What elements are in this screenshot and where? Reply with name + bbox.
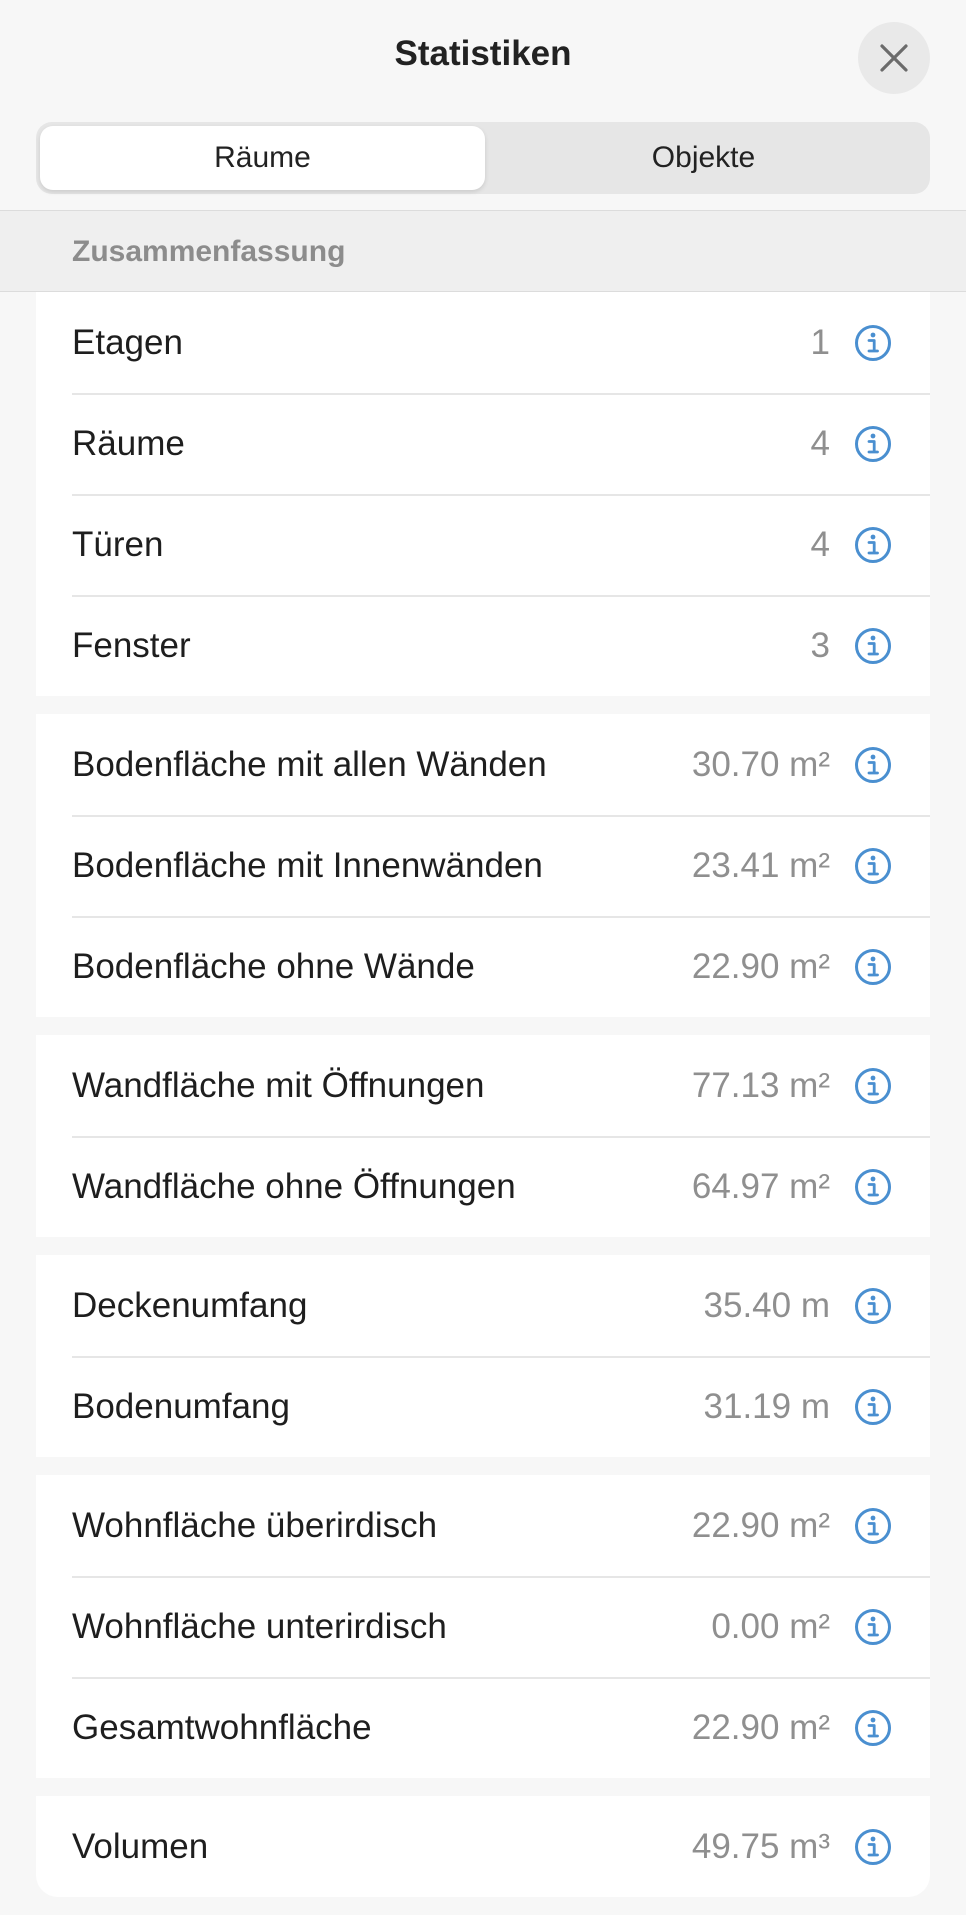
stat-value: 77.13 m² [691,1066,830,1105]
info-icon[interactable] [854,1608,892,1646]
info-icon[interactable] [854,948,892,986]
stat-label: Bodenfläche mit Innenwänden [72,846,543,885]
stat-row: Bodenfläche mit allen Wänden 30.70 m² [36,714,930,815]
stat-label: Bodenfläche mit allen Wänden [72,745,547,784]
info-icon[interactable] [854,1507,892,1545]
stat-value: 4 [810,525,830,564]
stats-group: Wohnfläche überirdisch 22.90 m² Wohnfläche… [36,1475,930,1778]
section-header: Zusammenfassung [0,210,966,292]
stat-row: Fenster 3 [36,595,930,696]
stat-value: 3 [810,626,830,665]
info-icon[interactable] [854,1168,892,1206]
close-icon [880,44,908,72]
tab-raeume[interactable]: Räume [40,126,485,190]
stat-row: Etagen 1 [36,292,930,393]
info-icon[interactable] [854,425,892,463]
header: Statistiken [0,0,966,118]
stat-row: Deckenumfang 35.40 m [36,1255,930,1356]
info-icon[interactable] [854,1709,892,1747]
info-icon[interactable] [854,627,892,665]
stat-row: Wohnfläche unterirdisch 0.00 m² [36,1576,930,1677]
stat-row: Türen 4 [36,494,930,595]
stat-value: 31.19 m [703,1387,830,1426]
stat-value: 35.40 m [703,1286,830,1325]
stat-value: 0.00 m² [711,1607,830,1646]
stats-list: Etagen 1 Räume 4 Türen 4 Fenster 3 Bodenfläche m… [36,292,930,1915]
stat-label: Etagen [72,323,183,362]
stats-group: Deckenumfang 35.40 m Bodenumfang 31.19 m [36,1255,930,1457]
section-title: Zusammenfassung [72,235,346,268]
stat-label: Deckenumfang [72,1286,308,1325]
stat-value: 49.75 m³ [691,1827,830,1866]
stat-row: Bodenfläche ohne Wände 22.90 m² [36,916,930,1017]
stat-value: 30.70 m² [691,745,830,784]
stat-row: Bodenfläche mit Innenwänden 23.41 m² [36,815,930,916]
stats-group: Wandfläche mit Öffnungen 77.13 m² Wandfläc… [36,1035,930,1237]
stat-value: 1 [810,323,830,362]
info-icon[interactable] [854,847,892,885]
info-icon[interactable] [854,1388,892,1426]
stat-value: 4 [810,424,830,463]
tab-objekte[interactable]: Objekte [481,126,926,190]
stat-row: Wandfläche ohne Öffnungen 64.97 m² [36,1136,930,1237]
stat-value: 22.90 m² [691,1708,830,1747]
stat-label: Fenster [72,626,191,665]
stat-label: Wandfläche ohne Öffnungen [72,1167,516,1206]
info-icon[interactable] [854,324,892,362]
stat-row: Wandfläche mit Öffnungen 77.13 m² [36,1035,930,1136]
stat-label: Wohnfläche überirdisch [72,1506,438,1545]
info-icon[interactable] [854,1067,892,1105]
segmented-control: Räume Objekte [36,122,930,194]
stat-row: Bodenumfang 31.19 m [36,1356,930,1457]
stat-label: Volumen [72,1827,209,1866]
stat-label: Türen [72,525,164,564]
stat-label: Räume [72,424,185,463]
info-icon[interactable] [854,526,892,564]
info-icon[interactable] [854,1287,892,1325]
stat-label: Bodenfläche ohne Wände [72,947,475,986]
close-button[interactable] [858,22,930,94]
stat-value: 64.97 m² [691,1167,830,1206]
stats-group: Etagen 1 Räume 4 Türen 4 Fenster 3 [36,292,930,696]
stat-value: 22.90 m² [691,947,830,986]
stat-row: Gesamtwohnfläche 22.90 m² [36,1677,930,1778]
info-icon[interactable] [854,746,892,784]
stat-value: 22.90 m² [691,1506,830,1545]
stat-label: Bodenumfang [72,1387,290,1426]
stat-row: Räume 4 [36,393,930,494]
stats-group: Bodenfläche mit allen Wänden 30.70 m² Bode… [36,714,930,1017]
stat-row: Wohnfläche überirdisch 22.90 m² [36,1475,930,1576]
stat-value: 23.41 m² [691,846,830,885]
stat-label: Wandfläche mit Öffnungen [72,1066,485,1105]
info-icon[interactable] [854,1828,892,1866]
stat-row: Volumen 49.75 m³ [36,1796,930,1897]
stat-label: Wohnfläche unterirdisch [72,1607,447,1646]
stat-label: Gesamtwohnfläche [72,1708,372,1747]
page-title: Statistiken [394,34,572,73]
stats-group: Volumen 49.75 m³ [36,1796,930,1897]
